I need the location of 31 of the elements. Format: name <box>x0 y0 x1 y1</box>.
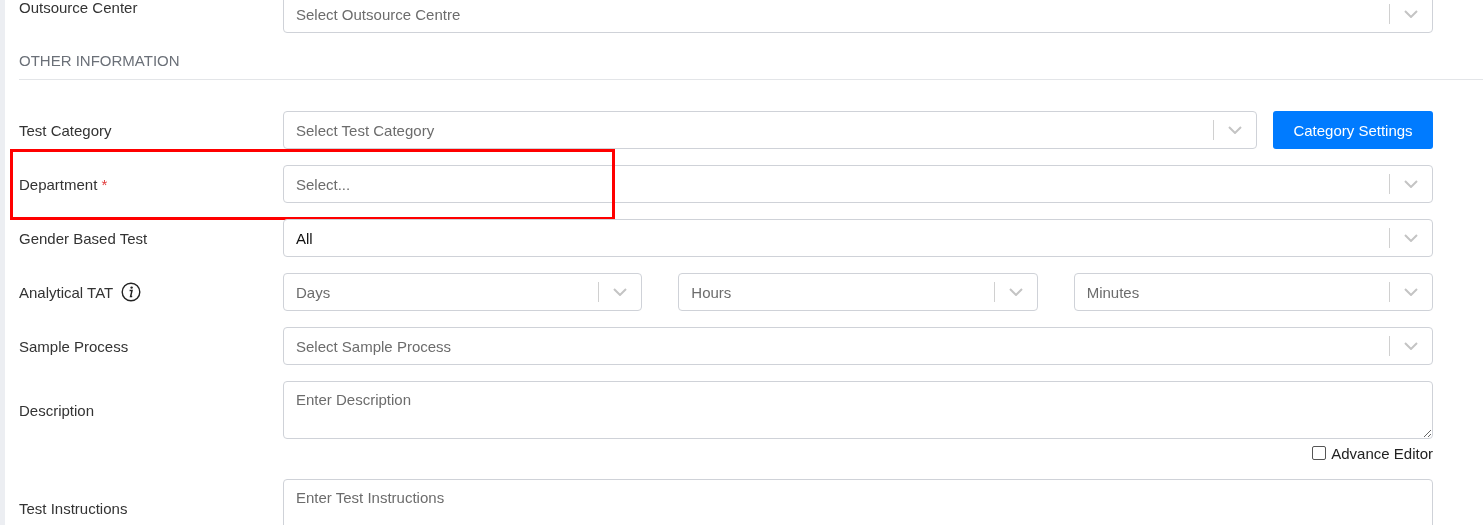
select-field[interactable]: Select... <box>283 165 1433 203</box>
select-field[interactable]: Select Test Category <box>283 111 1257 149</box>
text-area[interactable]: Enter Test Instructions <box>283 479 1433 525</box>
info-icon[interactable] <box>121 282 142 302</box>
chevron-icon <box>613 288 628 296</box>
field-label: Department <box>19 175 98 193</box>
field-label: Description <box>19 401 95 419</box>
field-label: Test Instructions <box>19 499 128 517</box>
select-field[interactable]: Select Outsource Centre <box>283 0 1433 33</box>
chevron-icon <box>1404 234 1418 242</box>
text-area[interactable]: Enter Description <box>283 381 1433 439</box>
field-label: Test Category <box>19 121 112 139</box>
field-label: Outsource Center <box>19 0 138 16</box>
chevron-icon <box>1228 126 1242 134</box>
chevron-icon <box>1404 180 1418 188</box>
select-field[interactable]: Minutes <box>1073 273 1433 311</box>
chevron-icon <box>1008 288 1023 296</box>
field-label: Gender Based Test <box>19 229 148 247</box>
required-mark: * <box>101 175 108 193</box>
field-label: Sample Process <box>19 337 129 355</box>
chevron-icon <box>1404 10 1418 18</box>
category-settings-button[interactable]: Category Settings <box>1273 111 1433 149</box>
field-label: Analytical TAT <box>19 283 114 301</box>
select-field[interactable]: Days <box>283 273 643 311</box>
advance-editor-checkbox[interactable]: Advance Editor <box>1312 443 1433 463</box>
select-field[interactable]: All <box>283 219 1433 257</box>
section-heading: OTHER INFORMATION <box>19 52 180 69</box>
select-field[interactable]: Hours <box>678 273 1038 311</box>
chevron-icon <box>1404 288 1418 296</box>
select-field[interactable]: Select Sample Process <box>283 327 1433 365</box>
chevron-icon <box>1404 342 1418 350</box>
